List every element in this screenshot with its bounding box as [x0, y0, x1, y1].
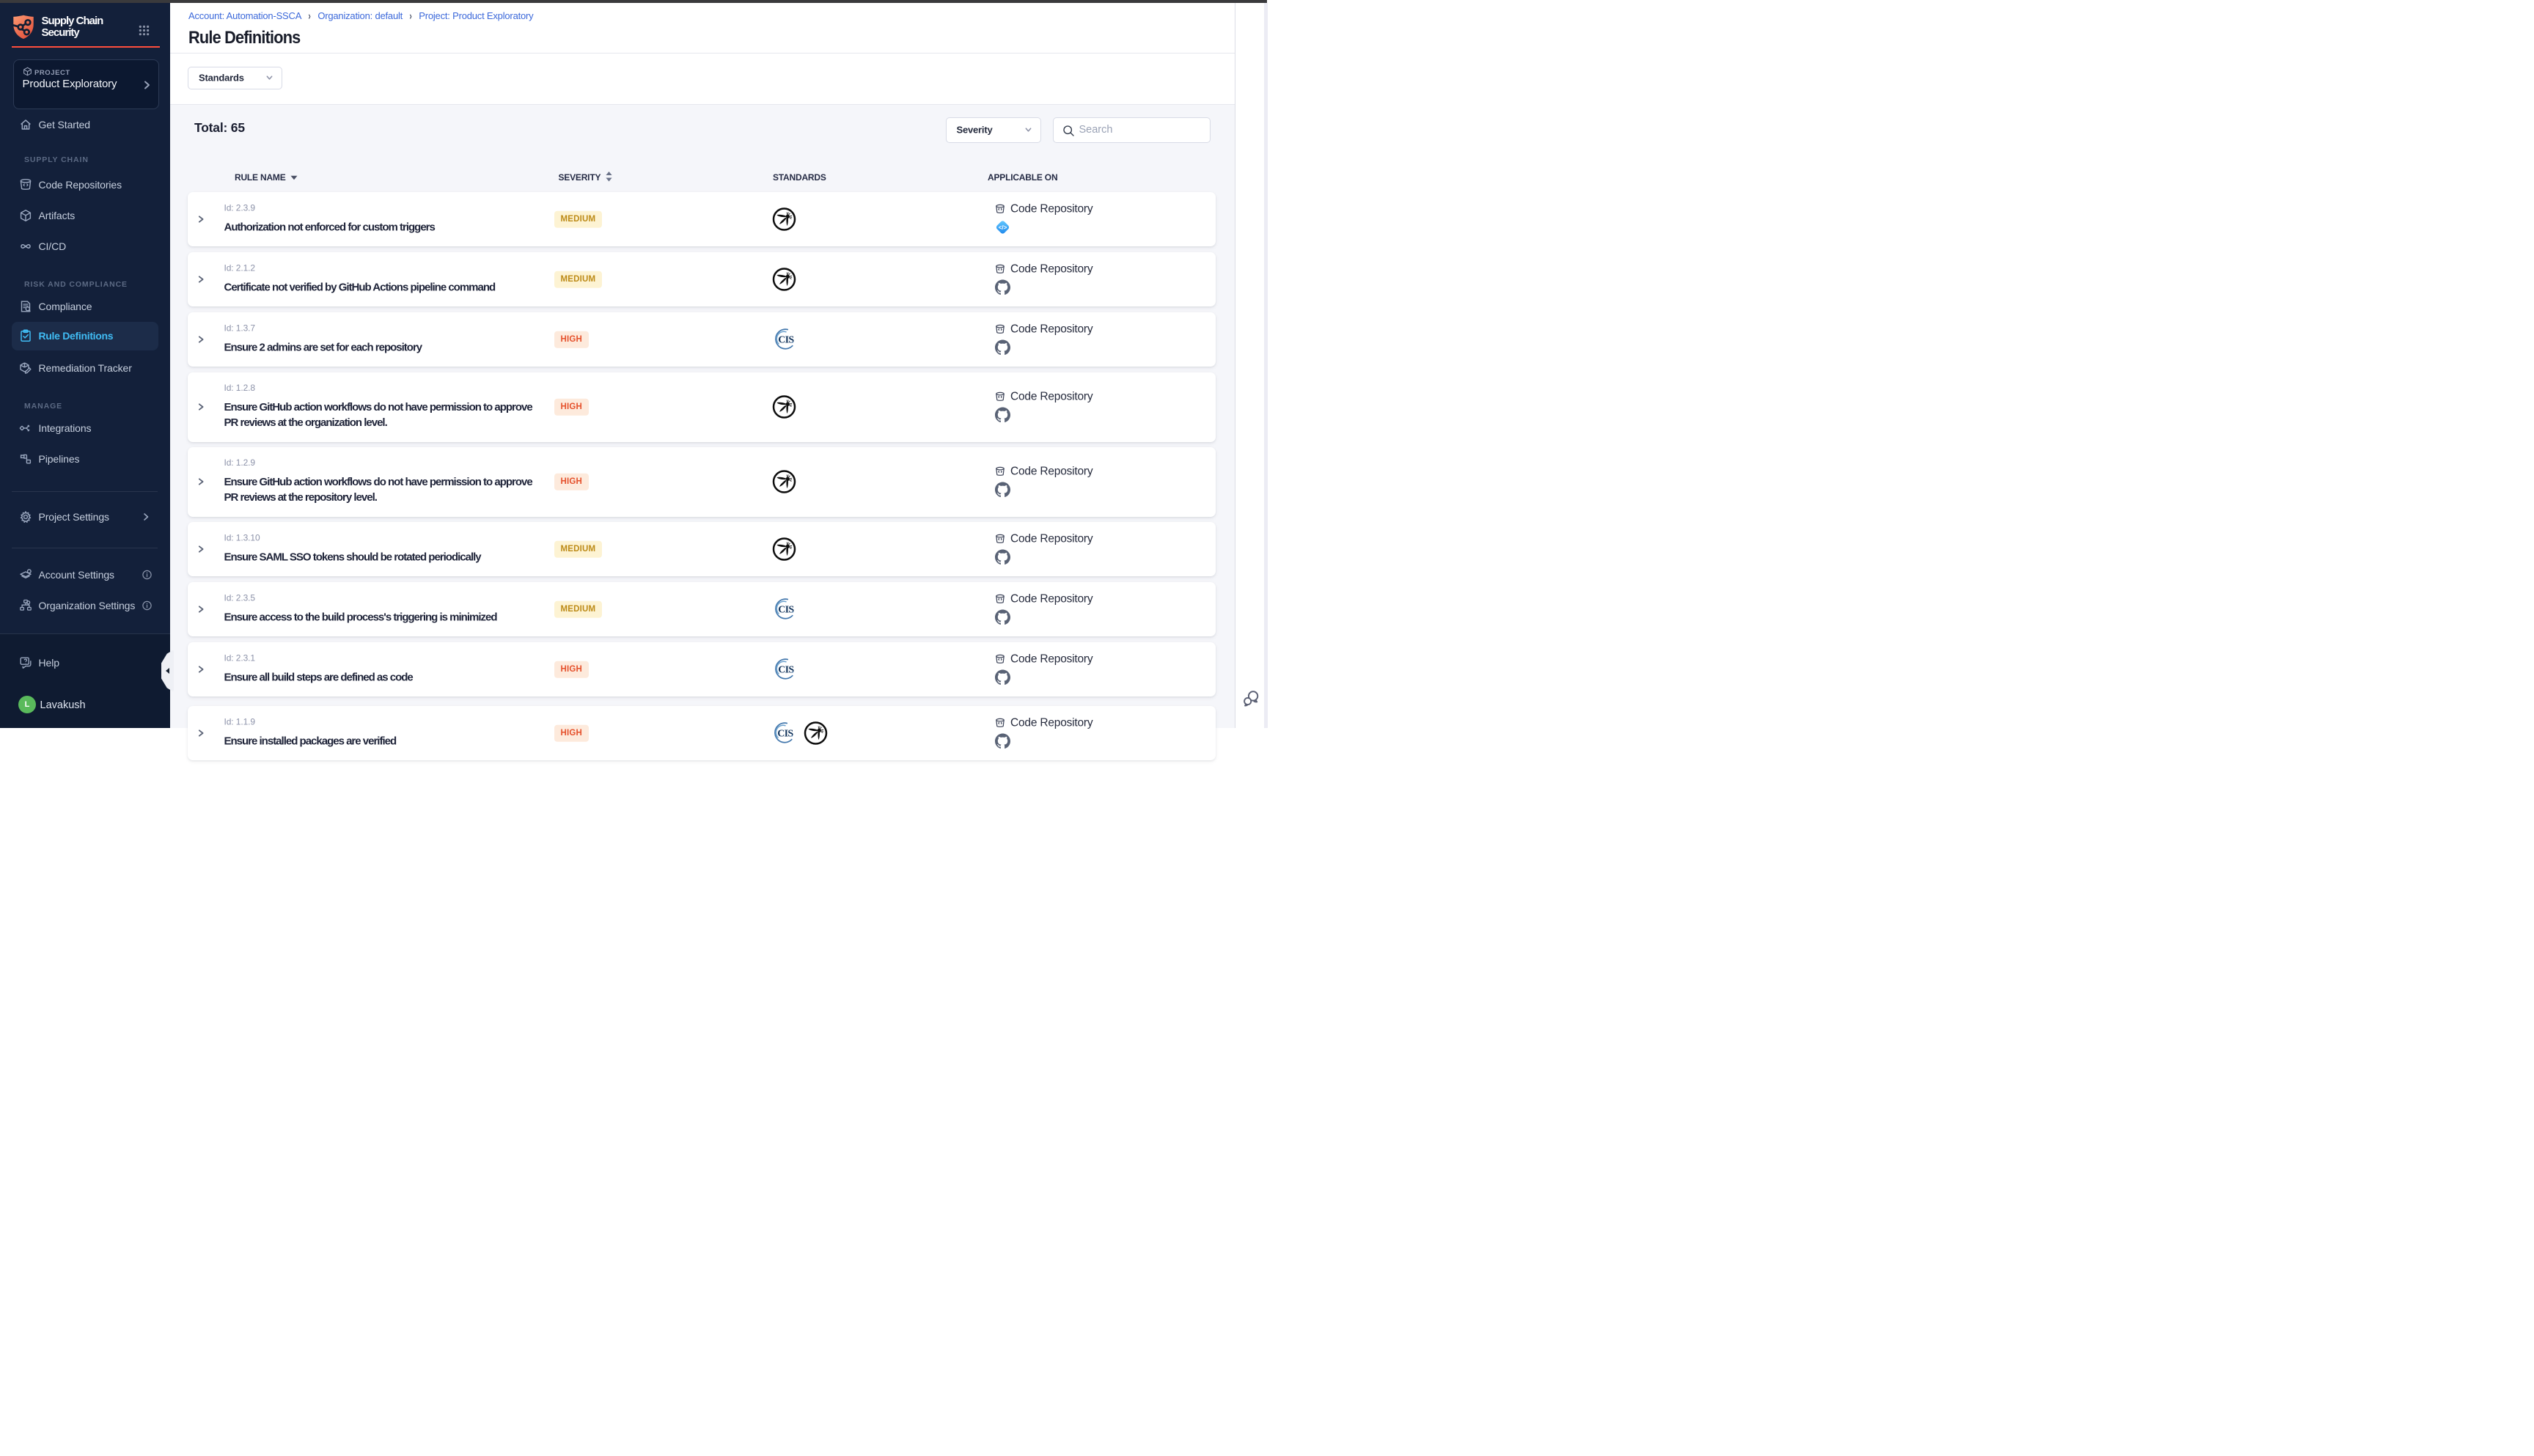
svg-text:CIS: CIS: [778, 605, 794, 616]
svg-text:CIS: CIS: [778, 335, 794, 346]
svg-text:CIS: CIS: [778, 665, 794, 676]
svg-text:CIS: CIS: [777, 729, 793, 740]
svg-text:</>: </>: [999, 224, 1007, 231]
